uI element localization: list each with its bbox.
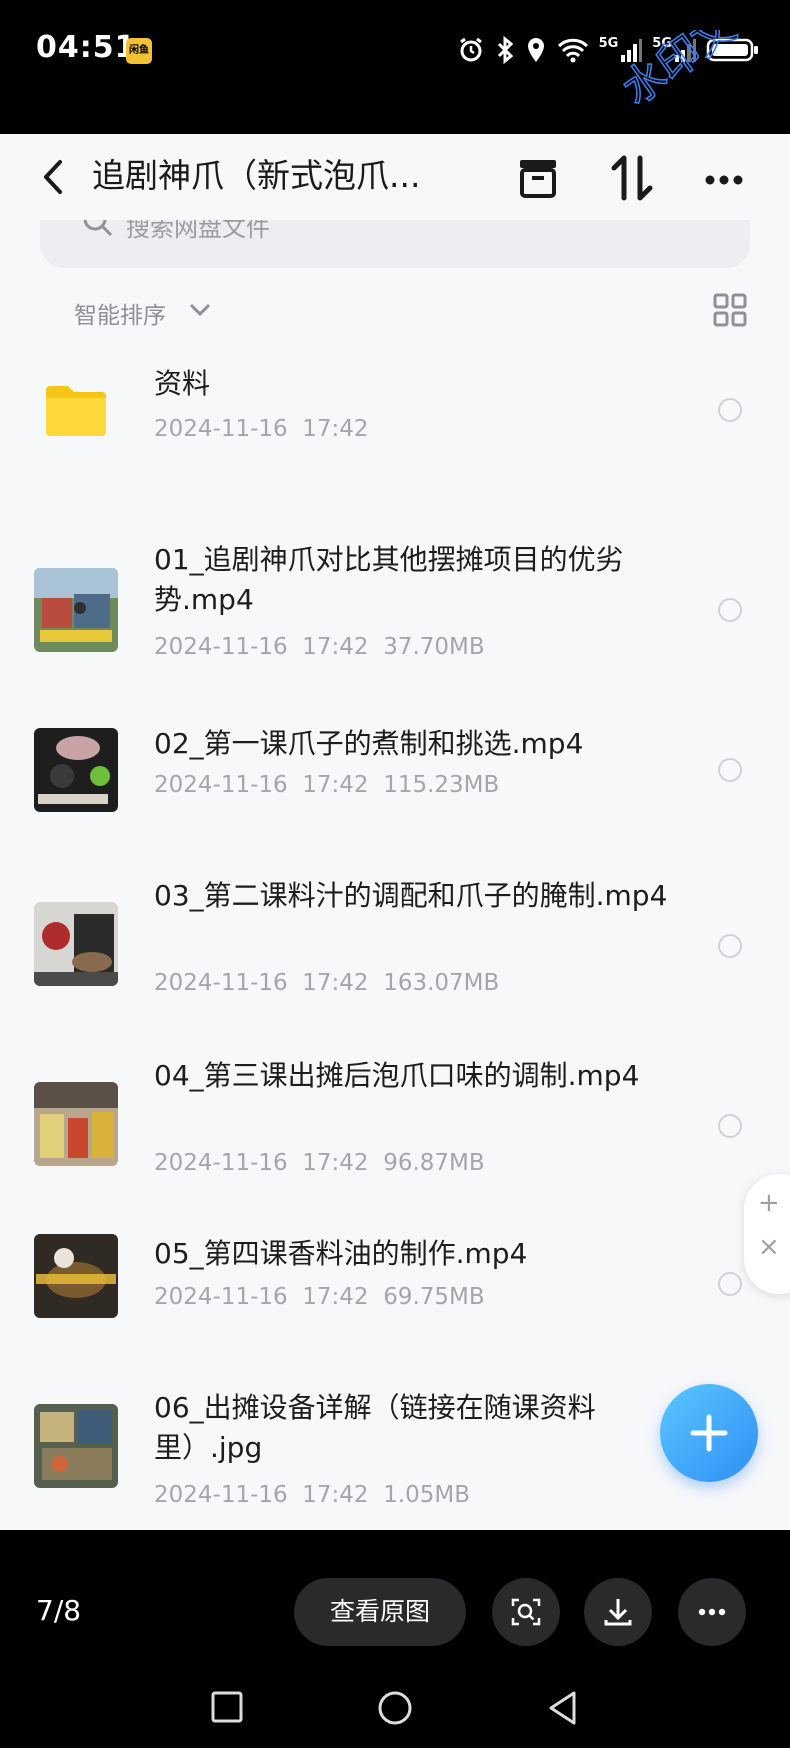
back-nav-icon[interactable] <box>546 1690 580 1726</box>
back-icon[interactable] <box>34 152 74 202</box>
file-browser-screen: 搜索网盘文件 追剧神爪（新式泡爪... 智能排序 资料 2024-11-16 1… <box>0 134 790 1530</box>
chevron-down-icon[interactable] <box>188 302 212 318</box>
file-name: 06_出摊设备详解（链接在随课资料里）.jpg <box>154 1391 596 1464</box>
select-checkbox[interactable] <box>718 1272 742 1296</box>
sort-updown-icon[interactable] <box>606 152 658 204</box>
file-name: 03_第二课料汁的调配和爪子的腌制.mp4 <box>154 879 668 912</box>
file-name: 05_第四课香料油的制作.mp4 <box>154 1237 528 1270</box>
plus-icon <box>690 1414 728 1452</box>
select-checkbox[interactable] <box>718 1114 742 1138</box>
status-bar: 04:51 闲鱼 5G 5G 水印文字 <box>0 0 790 134</box>
download-button[interactable] <box>584 1578 652 1646</box>
page-counter: 7/8 <box>36 1594 82 1627</box>
alarm-icon <box>459 37 482 62</box>
side-plus-button[interactable]: + <box>758 1188 780 1218</box>
select-checkbox[interactable] <box>718 598 742 622</box>
list-item-folder[interactable]: 资料 2024-11-16 17:42 <box>0 350 790 480</box>
select-checkbox[interactable] <box>718 398 742 422</box>
file-meta: 2024-11-16 17:42 96.87MB <box>154 1150 485 1176</box>
file-name: 资料 <box>154 367 211 400</box>
wifi-icon <box>557 38 588 63</box>
sort-row: 智能排序 <box>0 284 790 344</box>
side-close-button[interactable]: × <box>758 1232 780 1262</box>
list-item[interactable]: 02_第一课爪子的煮制和挑选.mp4 2024-11-16 17:42 115.… <box>0 724 790 844</box>
more-horizontal-icon <box>698 1608 726 1616</box>
video-thumbnail <box>34 728 118 812</box>
sort-dropdown[interactable]: 智能排序 <box>74 296 166 330</box>
network-label-1: 5G <box>598 35 619 51</box>
file-meta: 2024-11-16 17:42 115.23MB <box>154 772 500 798</box>
select-checkbox[interactable] <box>718 758 742 782</box>
floating-side-panel[interactable]: + × <box>744 1174 790 1294</box>
video-thumbnail <box>34 568 118 652</box>
video-thumbnail <box>34 902 118 986</box>
file-meta: 2024-11-16 17:42 69.75MB <box>154 1284 485 1310</box>
file-meta: 2024-11-16 17:42 163.07MB <box>154 970 500 996</box>
system-nav-bar <box>0 1680 790 1748</box>
list-item[interactable]: 03_第二课料汁的调配和爪子的腌制.mp4 2024-11-16 17:42 1… <box>0 876 790 1032</box>
grid-view-icon[interactable] <box>712 292 748 328</box>
xianyu-notification-icon: 闲鱼 <box>126 38 152 64</box>
battery-icon <box>706 38 758 62</box>
file-name: 02_第一课爪子的煮制和挑选.mp4 <box>154 727 584 760</box>
signal-icon-2 <box>675 39 696 62</box>
file-meta: 2024-11-16 17:42 <box>154 416 369 442</box>
video-thumbnail <box>34 1234 118 1318</box>
home-icon[interactable] <box>377 1690 413 1726</box>
scan-button[interactable] <box>492 1578 560 1646</box>
page-title: 追剧神爪（新式泡爪... <box>92 156 421 195</box>
scan-icon <box>511 1598 541 1626</box>
folder-icon <box>46 386 106 436</box>
list-item[interactable]: 04_第三课出摊后泡爪口味的调制.mp4 2024-11-16 17:42 96… <box>0 1056 790 1212</box>
download-icon <box>604 1599 632 1626</box>
notif-label: 闲鱼 <box>129 45 149 56</box>
file-name: 01_追剧神爪对比其他摆摊项目的优劣势.mp4 <box>154 543 624 616</box>
list-item[interactable]: 01_追剧神爪对比其他摆摊项目的优劣势.mp4 2024-11-16 17:42… <box>0 540 790 690</box>
select-checkbox[interactable] <box>718 934 742 958</box>
archive-icon[interactable] <box>512 152 564 204</box>
recent-apps-icon[interactable] <box>210 1690 244 1724</box>
more-horizontal-icon[interactable] <box>698 152 750 204</box>
add-fab-button[interactable] <box>660 1384 758 1482</box>
file-name: 04_第三课出摊后泡爪口味的调制.mp4 <box>154 1059 640 1092</box>
status-time: 04:51 <box>36 30 137 65</box>
file-meta: 2024-11-16 17:42 37.70MB <box>154 634 485 660</box>
top-app-bar: 追剧神爪（新式泡爪... <box>0 134 790 220</box>
location-icon <box>527 38 544 62</box>
network-label-2: 5G <box>652 35 672 51</box>
list-item[interactable]: 05_第四课香料油的制作.mp4 2024-11-16 17:42 69.75M… <box>0 1234 790 1354</box>
bluetooth-icon <box>497 36 513 64</box>
video-thumbnail <box>34 1082 118 1166</box>
status-icons: 5G 5G <box>457 32 760 68</box>
signal-icon-1 <box>621 39 643 62</box>
viewer-more-button[interactable] <box>678 1578 746 1646</box>
image-thumbnail <box>34 1404 118 1488</box>
view-original-button[interactable]: 查看原图 <box>294 1578 466 1646</box>
file-meta: 2024-11-16 17:42 1.05MB <box>154 1482 471 1508</box>
image-viewer-bar: 7/8 查看原图 <box>0 1530 790 1680</box>
